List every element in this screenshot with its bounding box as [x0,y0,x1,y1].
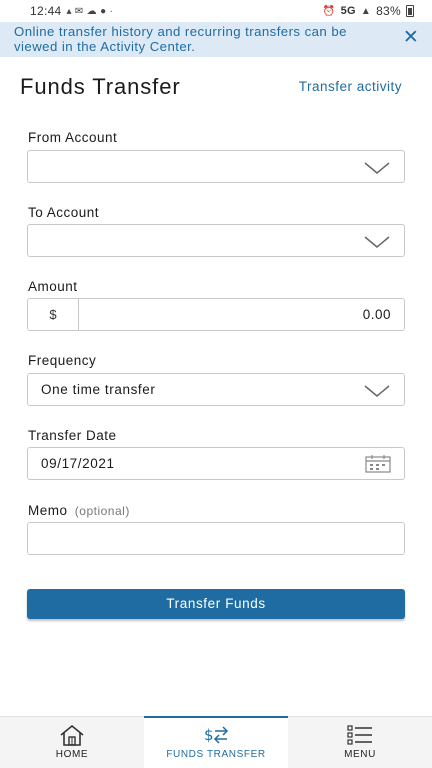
status-time: 12:44 [30,4,62,18]
close-icon[interactable]: ✕ [402,28,420,47]
to-account-label: To Account [28,205,100,220]
frequency-select[interactable]: One time transfer [27,373,405,406]
memo-input[interactable] [27,522,405,555]
transfer-date-label: Transfer Date [28,428,117,443]
battery-icon [406,5,414,17]
transfer-icon: $ [204,726,229,744]
signal-icon: ▲ [360,5,372,17]
calendar-icon[interactable] [365,455,391,473]
chevron-down-icon [364,236,390,248]
svg-text:$: $ [204,726,214,744]
amount-label: Amount [28,279,78,294]
memo-label-text: Memo [28,503,68,518]
frequency-label: Frequency [28,353,97,368]
network-indicator: 5G [340,5,356,17]
to-account-select[interactable] [27,224,405,257]
frequency-value: One time transfer [41,382,156,397]
currency-prefix: $ [28,299,79,330]
chevron-down-icon [364,162,390,174]
transfer-date-input[interactable]: 09/17/2021 [27,447,405,480]
transfer-activity-link[interactable]: Transfer activity [299,79,402,94]
nav-home[interactable]: HOME [0,717,144,768]
alarm-icon: ⏰ [322,5,336,17]
nav-menu-label: MENU [344,749,376,760]
nav-funds-transfer-label: FUNDS TRANSFER [166,749,266,760]
memo-optional-hint: (optional) [74,504,130,518]
home-icon [60,724,84,746]
amount-input[interactable]: $ 0.00 [27,298,405,331]
chevron-down-icon [364,385,390,397]
from-account-select[interactable] [27,150,405,183]
transfer-funds-button[interactable]: Transfer Funds [27,589,405,619]
battery-percent: 83% [376,4,401,18]
amount-value: 0.00 [362,307,391,322]
nav-menu[interactable]: MENU [288,717,432,768]
notification-icons: ▴ ✉ ☁ ● · [66,5,114,17]
menu-icon [347,725,372,745]
transfer-date-value: 09/17/2021 [41,456,115,471]
from-account-label: From Account [28,130,118,145]
status-bar: 12:44 ▴ ✉ ☁ ● · ⏰ 5G ▲ 83% [0,0,432,22]
nav-home-label: HOME [55,749,89,760]
page-title: Funds Transfer [20,74,181,99]
notice-text: Online transfer history and recurring tr… [14,24,347,54]
bottom-nav: HOME $ FUNDS TRANSFER MENU [0,716,432,768]
nav-funds-transfer[interactable]: $ FUNDS TRANSFER [144,716,288,768]
activity-notice-banner: Online transfer history and recurring tr… [0,22,432,57]
memo-label: Memo (optional) [28,503,130,518]
